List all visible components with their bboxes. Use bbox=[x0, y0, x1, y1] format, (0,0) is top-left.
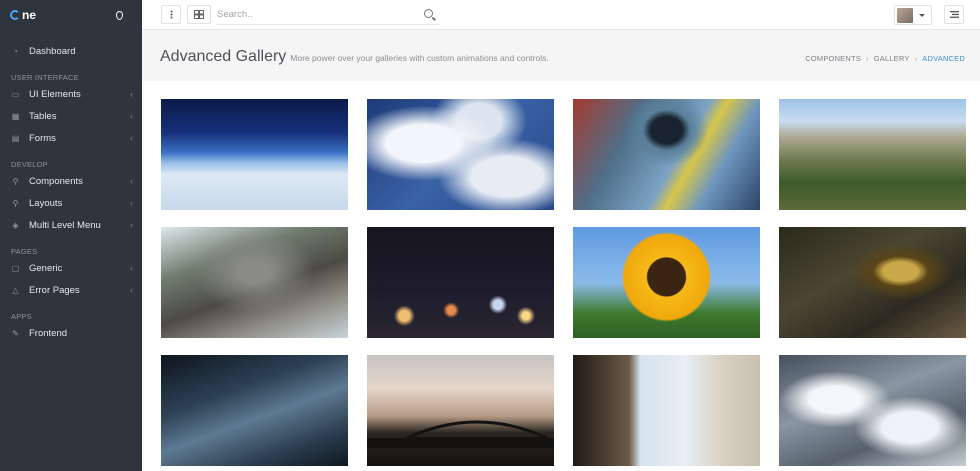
pencil-icon: ✎ bbox=[12, 328, 19, 338]
breadcrumb: COMPONENTS › GALLERY › ADVANCED bbox=[805, 54, 965, 63]
chevron-left-icon: ‹ bbox=[130, 176, 133, 186]
gallery-image-sunflower[interactable] bbox=[573, 227, 760, 338]
breadcrumb-separator-icon: › bbox=[914, 54, 918, 63]
sidebar-item-layouts[interactable]: ⚲ Layouts ‹ bbox=[0, 192, 142, 214]
gallery-image-tree-trunk[interactable] bbox=[161, 227, 348, 338]
gallery-image-snowy-mountains[interactable] bbox=[779, 355, 966, 466]
dots-vertical-icon bbox=[170, 10, 172, 19]
search-input[interactable]: Search.. bbox=[217, 9, 252, 20]
gallery-image-clouds[interactable] bbox=[367, 99, 554, 210]
gallery-image-earth-horizon[interactable] bbox=[161, 99, 348, 210]
briefcase-icon: ▭ bbox=[11, 89, 20, 99]
sidebar-item-generic[interactable]: ▢ Generic ‹ bbox=[0, 257, 142, 279]
sidebar-item-forms[interactable]: ▤ Forms ‹ bbox=[0, 127, 142, 149]
bridge-silhouette bbox=[367, 420, 554, 448]
logo-ring-icon bbox=[10, 10, 20, 20]
sidebar-item-label: Tables bbox=[29, 110, 57, 122]
breadcrumb-advanced: ADVANCED bbox=[922, 54, 965, 63]
sidebar-item-label: UI Elements bbox=[29, 88, 81, 100]
breadcrumb-gallery[interactable]: GALLERY bbox=[874, 54, 910, 63]
layout-icon: ⚲ bbox=[12, 198, 19, 208]
sidebar-item-label: Error Pages bbox=[29, 284, 80, 296]
chevron-left-icon: ‹ bbox=[130, 133, 133, 143]
chevron-left-icon: ‹ bbox=[130, 111, 133, 121]
sidebar-item-label: Generic bbox=[29, 262, 63, 274]
sidebar-item-label: Forms bbox=[29, 132, 56, 144]
sidebar-section-heading: APPS bbox=[11, 312, 32, 321]
sidebar-section-heading: USER INTERFACE bbox=[11, 73, 79, 82]
chevron-left-icon: ‹ bbox=[130, 285, 133, 295]
sidebar-item-label: Layouts bbox=[29, 197, 63, 209]
grid-view-button[interactable] bbox=[187, 5, 211, 24]
sidebar-section-heading: DEVELOP bbox=[11, 160, 48, 169]
table-icon: ▦ bbox=[11, 111, 20, 121]
sidebar-item-multi-level-menu[interactable]: ◈ Multi Level Menu ‹ bbox=[0, 214, 142, 236]
sidebar-item-tables[interactable]: ▦ Tables ‹ bbox=[0, 105, 142, 127]
gallery-image-painted-eye[interactable] bbox=[573, 99, 760, 210]
file-icon: ▢ bbox=[11, 263, 20, 273]
chevron-left-icon: ‹ bbox=[130, 263, 133, 273]
sidebar: ne ◔ Dashboard USER INTERFACE ▭ UI Elements ‹… bbox=[0, 0, 142, 471]
grid-icon bbox=[194, 10, 204, 19]
sidebar-item-label: Components bbox=[29, 175, 83, 187]
search-box[interactable]: Search.. bbox=[217, 5, 439, 25]
user-menu-button[interactable] bbox=[894, 5, 932, 25]
avatar bbox=[897, 7, 913, 23]
sidebar-item-label: Dashboard bbox=[29, 45, 76, 57]
menu-button[interactable] bbox=[944, 5, 964, 24]
page-subtitle: More power over your galleries with cust… bbox=[290, 53, 549, 63]
forms-icon: ▤ bbox=[11, 133, 20, 143]
brand-name: ne bbox=[22, 8, 37, 22]
tag-icon: ◈ bbox=[12, 220, 19, 230]
page-header: Advanced Gallery More power over your ga… bbox=[160, 48, 549, 66]
gallery-image-mountain-valley[interactable] bbox=[779, 99, 966, 210]
chevron-left-icon: ‹ bbox=[130, 220, 133, 230]
breadcrumb-separator-icon: › bbox=[866, 54, 869, 63]
brand[interactable]: ne bbox=[0, 0, 142, 30]
menu-lines-icon bbox=[949, 11, 959, 18]
gallery-image-city-bokeh[interactable] bbox=[367, 227, 554, 338]
search-icon[interactable] bbox=[424, 9, 433, 18]
gallery-image-tree-bark-beach[interactable] bbox=[573, 355, 760, 466]
gallery-image-bridge[interactable] bbox=[367, 355, 554, 466]
sidebar-item-dashboard[interactable]: ◔ Dashboard bbox=[0, 40, 142, 62]
chevron-down-icon bbox=[919, 13, 925, 17]
dashboard-icon: ◔ bbox=[13, 46, 18, 56]
wrench-icon: ⚲ bbox=[12, 176, 19, 186]
gallery-grid bbox=[161, 99, 966, 466]
sidebar-nav: ◔ Dashboard USER INTERFACE ▭ UI Elements ‹ ▦ Ta… bbox=[0, 30, 142, 344]
gallery-image-wooden-door[interactable] bbox=[161, 355, 348, 466]
topbar: Search.. bbox=[142, 0, 980, 30]
sidebar-item-label: Frontend bbox=[29, 327, 68, 339]
chevron-left-icon: ‹ bbox=[130, 198, 133, 208]
chevron-left-icon: ‹ bbox=[130, 89, 133, 99]
page-title: Advanced Gallery bbox=[160, 48, 287, 65]
sidebar-item-frontend[interactable]: ✎ Frontend bbox=[0, 322, 142, 344]
sidebar-item-components[interactable]: ⚲ Components ‹ bbox=[0, 170, 142, 192]
warning-icon: △ bbox=[12, 285, 19, 295]
sidebar-item-label: Multi Level Menu bbox=[29, 219, 101, 231]
brand-logo[interactable]: ne bbox=[10, 8, 36, 22]
breadcrumb-components[interactable]: COMPONENTS bbox=[805, 54, 861, 63]
sidebar-section-heading: PAGES bbox=[11, 247, 38, 256]
sidebar-item-error-pages[interactable]: △ Error Pages ‹ bbox=[0, 279, 142, 301]
theme-drop-icon[interactable] bbox=[116, 10, 123, 20]
gallery-image-lantern[interactable] bbox=[779, 227, 966, 338]
sidebar-toggle-button[interactable] bbox=[161, 5, 181, 24]
sidebar-item-ui-elements[interactable]: ▭ UI Elements ‹ bbox=[0, 83, 142, 105]
